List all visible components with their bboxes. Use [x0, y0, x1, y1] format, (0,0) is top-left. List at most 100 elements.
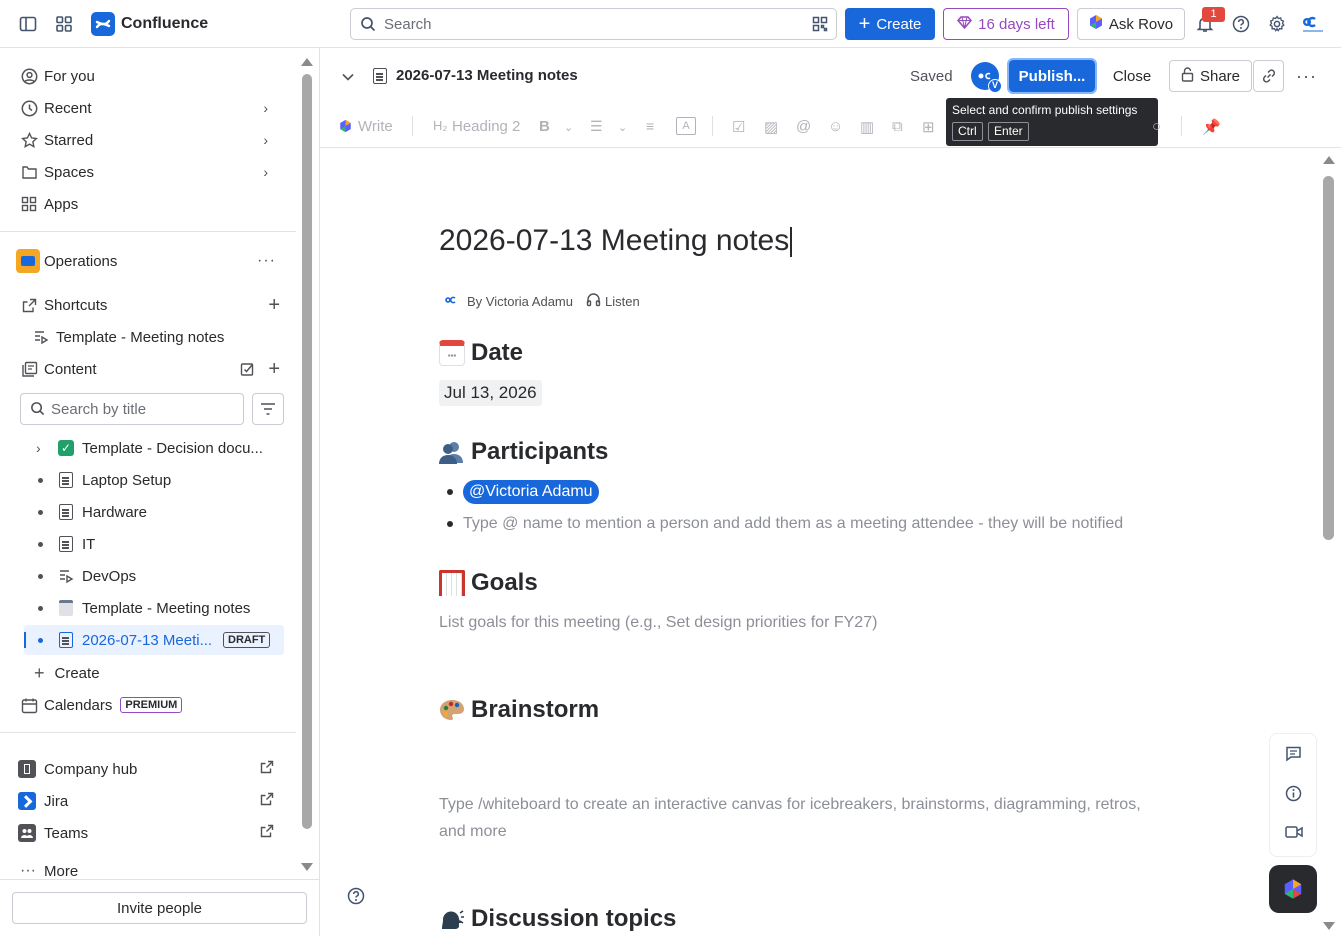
add-content-icon[interactable]: + — [268, 358, 280, 381]
nav-recent[interactable]: Recent › — [20, 94, 280, 122]
discussion-topics-heading[interactable]: Discussion topics — [439, 905, 676, 933]
trial-button[interactable]: 16 days left — [943, 8, 1069, 40]
text-color-icon[interactable]: A — [676, 117, 696, 135]
more-actions-icon[interactable]: ··· — [257, 252, 276, 270]
date-chip[interactable]: Jul 13, 2026 — [439, 380, 542, 406]
brainstorm-placeholder-line2[interactable]: and more — [439, 823, 507, 841]
listen-button[interactable]: Listen — [605, 294, 640, 309]
app-switcher-icon[interactable] — [54, 14, 74, 34]
chevron-right-icon[interactable]: › — [263, 132, 268, 148]
sidebar-scrollbar[interactable] — [299, 54, 315, 876]
external-link-icon[interactable] — [260, 760, 274, 778]
nav-starred[interactable]: Starred › — [20, 126, 280, 154]
nav-spaces[interactable]: Spaces › — [20, 158, 280, 186]
date-heading[interactable]: ▪▪▪ Date — [439, 339, 523, 367]
collapse-chevron-icon[interactable] — [342, 68, 354, 84]
align-icon[interactable]: ≡ — [646, 118, 654, 134]
participants-heading[interactable]: Participants — [439, 438, 608, 466]
video-icon[interactable] — [1285, 825, 1303, 842]
expand-chevron-icon[interactable]: › — [36, 440, 41, 456]
table-icon[interactable]: ⊞ — [922, 118, 935, 136]
tree-item-current-draft[interactable]: 2026-07-13 Meeti... DRAFT — [24, 625, 284, 655]
nav-more[interactable]: ··· More — [20, 862, 78, 880]
mention-chip[interactable]: @Victoria Adamu — [463, 480, 599, 504]
confluence-logo-icon[interactable] — [91, 12, 115, 36]
comment-icon[interactable] — [1285, 745, 1302, 765]
search-bar[interactable]: Search — [350, 8, 837, 40]
external-link-icon[interactable] — [260, 824, 274, 842]
write-button[interactable]: Write — [358, 118, 393, 135]
task-checkbox-icon[interactable]: ☑ — [732, 118, 745, 136]
chevron-right-icon[interactable]: › — [263, 100, 268, 116]
nav-apps[interactable]: Apps — [20, 190, 78, 218]
create-from-template-icon[interactable] — [240, 361, 256, 381]
chevron-down-icon[interactable]: ⌄ — [618, 121, 627, 134]
share-button[interactable]: Share — [1169, 60, 1252, 92]
more-insert-icon[interactable]: ○ — [1152, 118, 1161, 135]
more-options-icon[interactable]: ··· — [1296, 66, 1317, 87]
tree-create-button[interactable]: + Create — [34, 659, 100, 687]
brainstorm-heading[interactable]: Brainstorm — [439, 696, 599, 724]
shortcut-template-meeting-notes[interactable]: Template - Meeting notes — [32, 323, 224, 351]
tree-item-laptop-setup[interactable]: Laptop Setup — [24, 465, 284, 495]
help-circle-icon[interactable] — [347, 887, 365, 908]
rovo-chat-button[interactable] — [1269, 865, 1317, 913]
close-button[interactable]: Close — [1106, 60, 1158, 92]
app-teams[interactable]: Teams — [18, 819, 280, 847]
chevron-down-icon[interactable]: ⌄ — [564, 121, 573, 134]
info-icon[interactable] — [1285, 785, 1302, 805]
shortcuts-label: Shortcuts — [44, 296, 108, 314]
title-search-input[interactable]: Search by title — [20, 393, 244, 425]
invite-people-button[interactable]: Invite people — [12, 892, 307, 924]
code-icon[interactable]: ⧉ — [892, 118, 903, 135]
filter-button[interactable] — [252, 393, 284, 425]
app-company-hub[interactable]: Company hub — [18, 755, 280, 783]
bullet-list-icon[interactable]: ☰ — [590, 118, 603, 135]
scroll-down-arrow-icon[interactable] — [301, 863, 313, 871]
goals-placeholder[interactable]: List goals for this meeting (e.g., Set d… — [439, 614, 877, 632]
emoji-icon[interactable]: ☺ — [828, 118, 843, 135]
tree-item-it[interactable]: IT — [24, 529, 284, 559]
brainstorm-placeholder-line1[interactable]: Type /whiteboard to create an interactiv… — [439, 796, 1141, 814]
document-title[interactable]: 2026-07-13 Meeting notes — [439, 224, 793, 258]
sidebar-toggle-icon[interactable] — [18, 14, 38, 34]
layout-columns-icon[interactable]: ▥ — [860, 118, 874, 136]
scrollbar-thumb[interactable] — [302, 74, 312, 829]
participants-placeholder[interactable]: Type @ name to mention a person and add … — [463, 515, 1123, 533]
tree-item-template-meeting-notes[interactable]: Template - Meeting notes — [24, 593, 284, 623]
add-shortcut-icon[interactable]: + — [268, 294, 280, 317]
create-button[interactable]: + Create — [845, 8, 935, 40]
content-header[interactable]: Content + — [20, 355, 280, 383]
mention-icon[interactable]: @ — [796, 118, 811, 135]
goals-heading[interactable]: Goals — [439, 569, 538, 597]
bold-button[interactable]: B — [539, 118, 550, 135]
help-icon[interactable] — [1232, 15, 1250, 33]
image-icon[interactable]: ▨ — [764, 118, 778, 136]
nav-for-you[interactable]: For you — [20, 62, 95, 90]
byline-author[interactable]: By Victoria Adamu — [467, 294, 573, 309]
user-avatar-icon[interactable] — [1301, 13, 1325, 35]
space-operations[interactable]: Operations ··· — [16, 247, 282, 275]
pin-icon[interactable]: 📌 — [1202, 118, 1221, 136]
ask-rovo-button[interactable]: Ask Rovo — [1077, 8, 1185, 40]
shortcuts-header[interactable]: Shortcuts + — [20, 291, 280, 319]
tree-item-hardware[interactable]: Hardware — [24, 497, 284, 527]
settings-gear-icon[interactable] — [1268, 15, 1286, 33]
qr-filter-icon[interactable] — [812, 16, 828, 32]
publish-button[interactable]: Publish... — [1007, 58, 1097, 94]
editor-scrollbar[interactable] — [1320, 152, 1338, 934]
scroll-up-arrow-icon[interactable] — [301, 58, 313, 66]
app-name[interactable]: Confluence — [121, 15, 208, 33]
rovo-write-icon[interactable] — [339, 119, 352, 136]
scroll-up-arrow-icon[interactable] — [1323, 156, 1335, 164]
tree-item-devops[interactable]: DevOps — [24, 561, 284, 591]
heading-dropdown[interactable]: Heading 2 — [452, 118, 520, 135]
tree-item-decision-doc[interactable]: › ✓ Template - Decision docu... — [24, 433, 284, 463]
app-jira[interactable]: Jira — [18, 787, 280, 815]
scrollbar-thumb[interactable] — [1323, 176, 1334, 540]
nav-calendars[interactable]: Calendars PREMIUM — [20, 691, 183, 719]
scroll-down-arrow-icon[interactable] — [1323, 922, 1335, 930]
external-link-icon[interactable] — [260, 792, 274, 810]
chevron-right-icon[interactable]: › — [263, 164, 268, 180]
copy-link-button[interactable] — [1253, 60, 1284, 92]
